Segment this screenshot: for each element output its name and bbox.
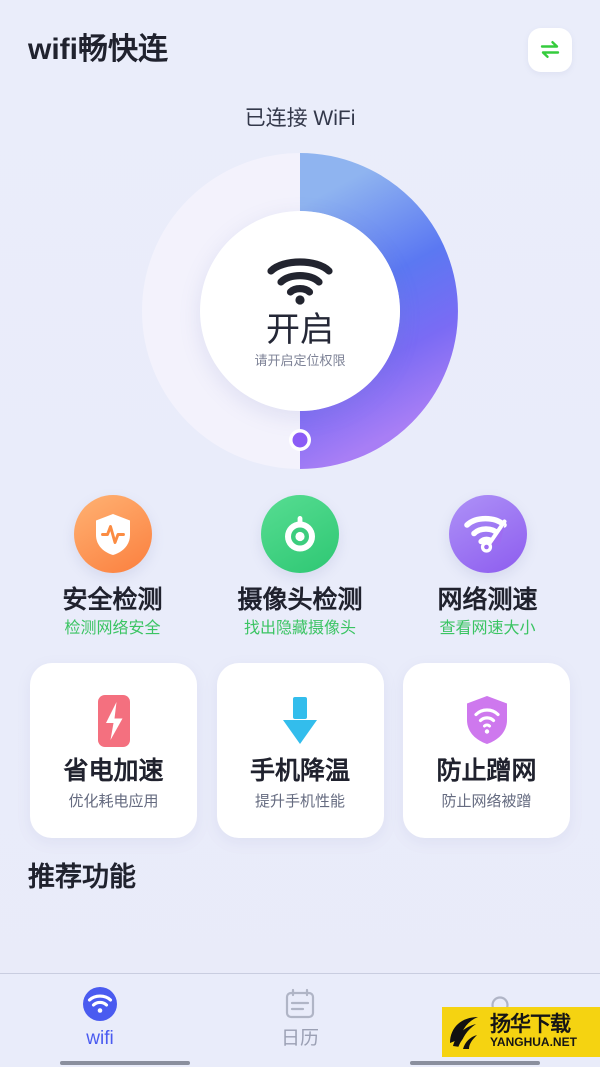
feature-item-camera[interactable]: 摄像头检测 找出隐藏摄像头 bbox=[218, 495, 383, 637]
watermark-cn: 扬华下载 bbox=[490, 1013, 571, 1037]
home-indicator bbox=[0, 1061, 600, 1067]
card-title: 省电加速 bbox=[63, 757, 164, 786]
wifi-speedometer-icon bbox=[463, 515, 507, 553]
section-title-recommended: 推荐功能 bbox=[28, 862, 136, 893]
card-title: 手机降温 bbox=[249, 757, 350, 786]
nav-label-calendar: 日历 bbox=[280, 1028, 319, 1049]
shield-pulse-icon bbox=[95, 514, 130, 555]
feature-subtitle: 找出隐藏摄像头 bbox=[243, 620, 356, 638]
feature-title: 摄像头检测 bbox=[237, 586, 363, 614]
exchange-arrows-icon bbox=[540, 41, 560, 58]
switch-network-button[interactable] bbox=[528, 28, 572, 72]
nav-icon-wrap bbox=[81, 983, 119, 1025]
watermark: 扬华下载 YANGHUA.NET bbox=[442, 1007, 600, 1057]
card-subtitle: 优化耗电应用 bbox=[68, 793, 159, 811]
nav-icon-wrap bbox=[282, 983, 318, 1025]
watermark-logo-icon bbox=[450, 1017, 478, 1049]
app-header: wifi畅快连 bbox=[0, 0, 600, 100]
watermark-en: YANGHUA.NET bbox=[490, 1035, 577, 1050]
card-anti-leech[interactable]: 防止蹭网 防止网络被蹭 bbox=[403, 663, 570, 839]
camera-lens-icon bbox=[285, 516, 315, 552]
feature-title: 安全检测 bbox=[62, 586, 163, 614]
card-icon-wrap bbox=[277, 692, 323, 750]
wifi-gauge[interactable]: 开启 请开启定位权限 bbox=[140, 151, 460, 471]
speedtest-icon-badge bbox=[448, 495, 527, 573]
nav-item-calendar[interactable]: 日历 bbox=[200, 974, 400, 1067]
home-bar-left bbox=[60, 1061, 190, 1065]
card-icon-wrap bbox=[463, 692, 511, 750]
page-title: wifi畅快连 bbox=[28, 33, 168, 66]
nav-item-wifi[interactable]: wifi bbox=[0, 974, 200, 1067]
gauge-sub-label: 请开启定位权限 bbox=[254, 353, 346, 369]
security-icon-badge bbox=[73, 495, 152, 573]
feature-subtitle: 检测网络安全 bbox=[64, 620, 161, 638]
gauge-main-label: 开启 bbox=[266, 310, 334, 349]
card-title: 防止蹭网 bbox=[436, 757, 537, 786]
gauge-center-button[interactable]: 开启 请开启定位权限 bbox=[200, 211, 400, 411]
card-icon-wrap bbox=[93, 692, 135, 750]
feature-title: 网络测速 bbox=[437, 586, 538, 614]
down-arrow-cool-icon bbox=[283, 697, 317, 745]
card-phone-cooling[interactable]: 手机降温 提升手机性能 bbox=[216, 663, 384, 839]
battery-bolt-icon bbox=[97, 695, 130, 748]
feature-item-security[interactable]: 安全检测 检测网络安全 bbox=[30, 495, 195, 637]
card-subtitle: 防止网络被蹭 bbox=[441, 793, 532, 811]
app-screen: wifi畅快连 已连接 WiFi 开启 请开启定位权限 安全检测 检测网络安全 … bbox=[0, 0, 600, 1067]
shield-wifi-icon bbox=[466, 696, 507, 745]
watermark-text: 扬华下载 YANGHUA.NET bbox=[488, 1014, 577, 1049]
feature-item-speedtest[interactable]: 网络测速 查看网速大小 bbox=[405, 495, 570, 637]
card-power-boost[interactable]: 省电加速 优化耗电应用 bbox=[30, 663, 197, 839]
card-subtitle: 提升手机性能 bbox=[254, 793, 345, 811]
recommended-section: 推荐功能 bbox=[0, 864, 600, 891]
home-bar-right bbox=[410, 1061, 540, 1065]
nav-label-wifi: wifi bbox=[86, 1028, 114, 1049]
card-list: 省电加速 优化耗电应用 手机降温 提升手机性能 防止蹭网 防止网络被蹭 bbox=[0, 663, 600, 839]
connection-status-label: 已连接 WiFi bbox=[244, 107, 356, 130]
calendar-icon bbox=[285, 988, 315, 1019]
feature-subtitle: 查看网速大小 bbox=[439, 620, 536, 638]
camera-icon-badge bbox=[261, 495, 339, 573]
wifi-icon bbox=[267, 258, 333, 305]
feature-list: 安全检测 检测网络安全 摄像头检测 找出隐藏摄像头 网络测速 查看网速大小 bbox=[0, 495, 600, 637]
wifi-filled-icon bbox=[83, 987, 117, 1021]
